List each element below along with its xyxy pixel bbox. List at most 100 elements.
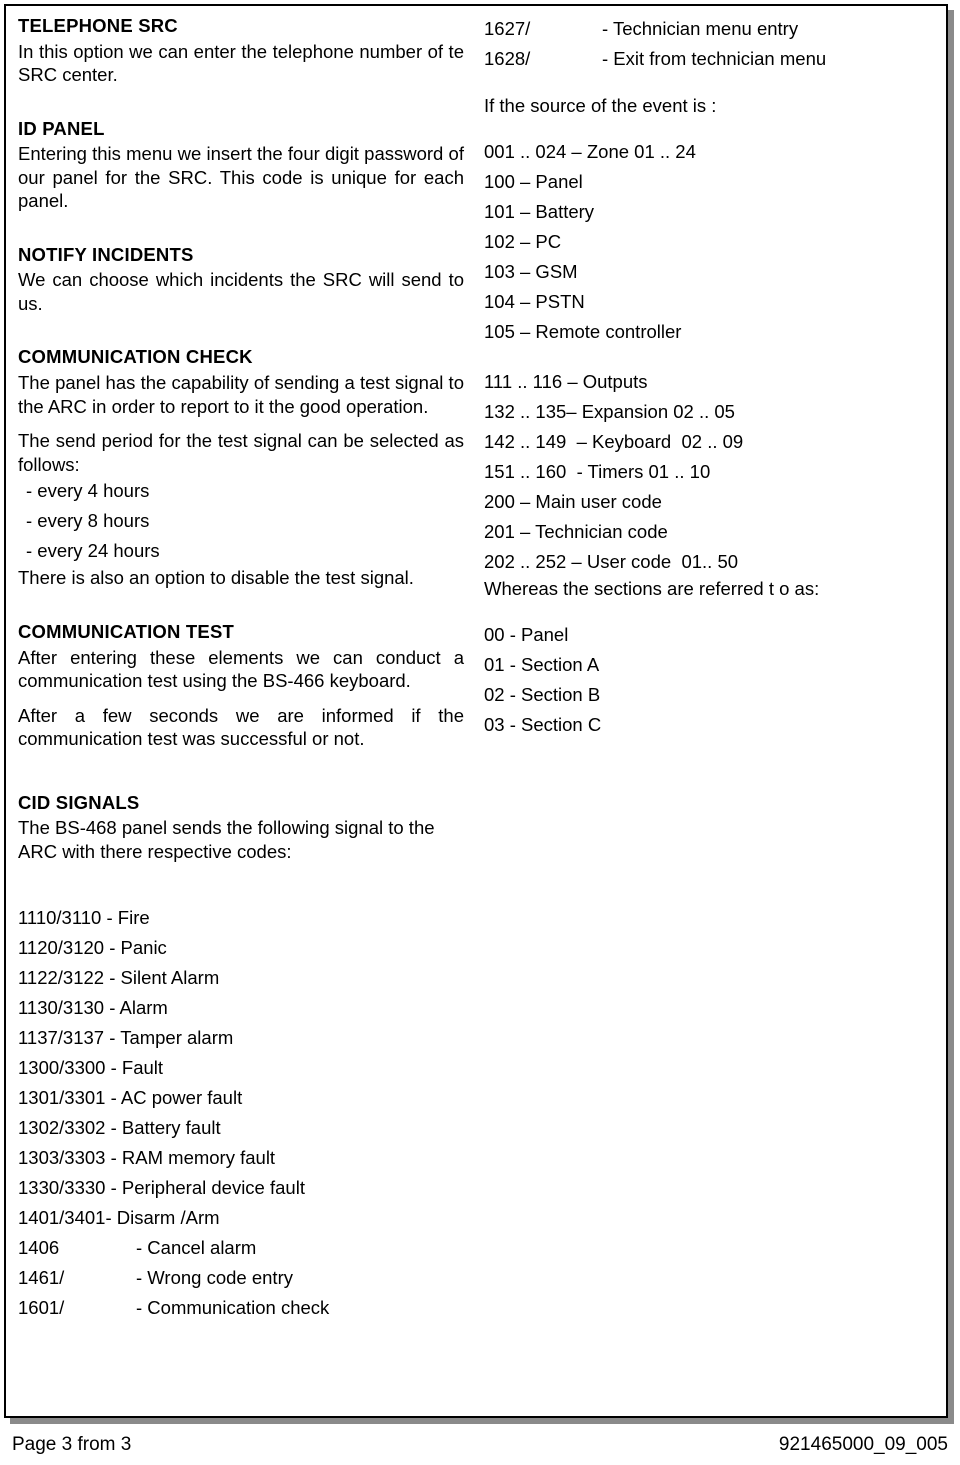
list-item: 1461/ - Wrong code entry (18, 1263, 464, 1293)
cid-code: 1130/3130 - (18, 997, 120, 1019)
cid-label: - Wrong code entry (136, 1266, 293, 1288)
list-item: 1300/3300 - Fault (18, 1053, 464, 1083)
section-body-notify-incidents: We can choose which incidents the SRC wi… (18, 269, 464, 314)
cid-code: 1302/3302 - (18, 1116, 122, 1138)
cid-code: 1303/3303 - (18, 1146, 122, 1168)
list-item: 1627/ - Technician menu entry (484, 14, 932, 44)
list-item: 1130/3130 - Alarm (18, 993, 464, 1023)
cid-code: 1300/3300 - (18, 1057, 122, 1079)
list-item: 201 – Technician code (484, 521, 668, 543)
cid-code: 1406 (18, 1236, 60, 1258)
cid-label: Fault (121, 1057, 164, 1079)
cid-code: 1110/3110 - (18, 907, 118, 929)
two-column-layout: TELEPHONE SRC In this option we can ente… (6, 6, 946, 1416)
cid-code: 1627/ (484, 18, 531, 39)
cid-label: RAM memory fault (121, 1146, 276, 1168)
section-heading-communication-test: COMMUNICATION TEST (18, 620, 234, 642)
cid-label: Fire (117, 907, 150, 929)
list-item: 1601/ - Communication check (18, 1293, 464, 1323)
cid-code: 1122/3122 - (18, 967, 121, 989)
section-body-telephone-src: In this option we can enter the telephon… (18, 40, 464, 86)
list-item: 1628/ - Exit from technician menu (484, 44, 932, 74)
cid-label: Silent Alarm (120, 967, 220, 989)
list-item: 1110/3110 - Fire (18, 903, 464, 933)
sections-list: 00 - Panel 01 - Section A 02 - Section B… (484, 620, 932, 740)
cid-code: 1301/3301 - (18, 1086, 121, 1108)
list-item: - every 24 hours (26, 540, 160, 562)
cid-label: Alarm (119, 997, 168, 1019)
list-item: 101 – Battery (484, 201, 595, 223)
cid-label: - Exit from technician menu (602, 47, 827, 69)
event-source-intro: If the source of the event is : (484, 94, 717, 116)
section-heading-cid-signals: CID SIGNALS (18, 791, 140, 813)
cid-code: 1628/ (484, 47, 531, 69)
list-item: 03 - Section C (484, 714, 602, 736)
page-footer: Page 3 from 3 921465000_09_005 (4, 1434, 956, 1456)
list-item: 00 - Panel (484, 624, 569, 646)
footer-page-number: Page 3 from 3 (12, 1434, 132, 1455)
section-heading-notify-incidents: NOTIFY INCIDENTS (18, 243, 194, 265)
list-item: 105 – Remote controller (484, 321, 682, 343)
list-item: - every 8 hours (26, 510, 150, 532)
document-page: TELEPHONE SRC In this option we can ente… (0, 0, 960, 1465)
cid-label: - Cancel alarm (136, 1236, 257, 1258)
list-item: 202 .. 252 – User code 01.. 50 (484, 551, 739, 573)
list-item: 1302/3302 - Battery fault (18, 1113, 464, 1143)
cid-label: Disarm /Arm (116, 1206, 220, 1228)
section-body-id-panel: Entering this menu we insert the four di… (18, 143, 464, 212)
section-body-communication-test-1: After entering these elements we can con… (18, 646, 464, 692)
list-item: 1401/3401- Disarm /Arm (18, 1203, 464, 1233)
cid-label: AC power fault (120, 1086, 243, 1108)
section-body-communication-check-1: The panel has the capability of sending … (18, 372, 464, 417)
list-item: 102 – PC (484, 231, 562, 253)
list-item: 103 – GSM (484, 261, 578, 283)
section-body-communication-check-3: There is also an option to disable the t… (18, 567, 414, 589)
list-item: 1301/3301 - AC power fault (18, 1083, 464, 1113)
list-item: 142 .. 149 – Keyboard 02 .. 09 (484, 431, 744, 453)
cid-label: - Technician menu entry (602, 18, 799, 39)
left-column: TELEPHONE SRC In this option we can ente… (6, 14, 474, 1416)
list-item: 1406 - Cancel alarm (18, 1233, 464, 1263)
list-item: 104 – PSTN (484, 291, 585, 313)
list-item: 01 - Section A (484, 654, 600, 676)
cid-code: 1120/3120 - (18, 937, 121, 959)
section-heading-communication-check: COMMUNICATION CHECK (18, 346, 253, 368)
list-item: 001 .. 024 – Zone 01 .. 24 (484, 141, 696, 163)
cid-label: Tamper alarm (120, 1027, 234, 1049)
content-box: TELEPHONE SRC In this option we can ente… (4, 4, 948, 1418)
list-item: 151 .. 160 - Timers 01 .. 10 (484, 461, 711, 483)
cid-code-list: 1110/3110 - Fire 1120/3120 - Panic 1122/… (18, 903, 464, 1233)
list-item: 1330/3330 - Peripheral device fault (18, 1173, 464, 1203)
list-item: 132 .. 135– Expansion 02 .. 05 (484, 401, 735, 423)
cid-code: 1137/3137 - (18, 1027, 121, 1049)
footer-document-code: 921465000_09_005 (778, 1434, 948, 1455)
cid-code: 1461/ (18, 1266, 65, 1288)
cid-label: Battery fault (121, 1116, 221, 1138)
section-heading-telephone-src: TELEPHONE SRC (18, 15, 178, 36)
section-body-communication-check-2: The send period for the test signal can … (18, 430, 464, 475)
sections-intro: Whereas the sections are referred t o as… (484, 577, 820, 599)
list-item: 1120/3120 - Panic (18, 933, 464, 963)
list-item: 1137/3137 - Tamper alarm (18, 1023, 464, 1053)
section-body-communication-test-2: After a few seconds we are informed if t… (18, 704, 464, 750)
send-period-list: - every 4 hours - every 8 hours - every … (18, 476, 464, 566)
event-source-list: 001 .. 024 – Zone 01 .. 24 100 – Panel 1… (484, 137, 932, 347)
list-item: 1303/3303 - RAM memory fault (18, 1143, 464, 1173)
cid-code: 1401/3401- (18, 1206, 117, 1228)
cid-label: - Communication check (136, 1296, 330, 1318)
cid-label: Panic (120, 937, 167, 959)
device-source-list: 111 .. 116 – Outputs 132 .. 135– Expansi… (484, 367, 932, 577)
cid-code: 1601/ (18, 1296, 65, 1318)
list-item: 02 - Section B (484, 684, 601, 706)
list-item: 100 – Panel (484, 171, 583, 193)
